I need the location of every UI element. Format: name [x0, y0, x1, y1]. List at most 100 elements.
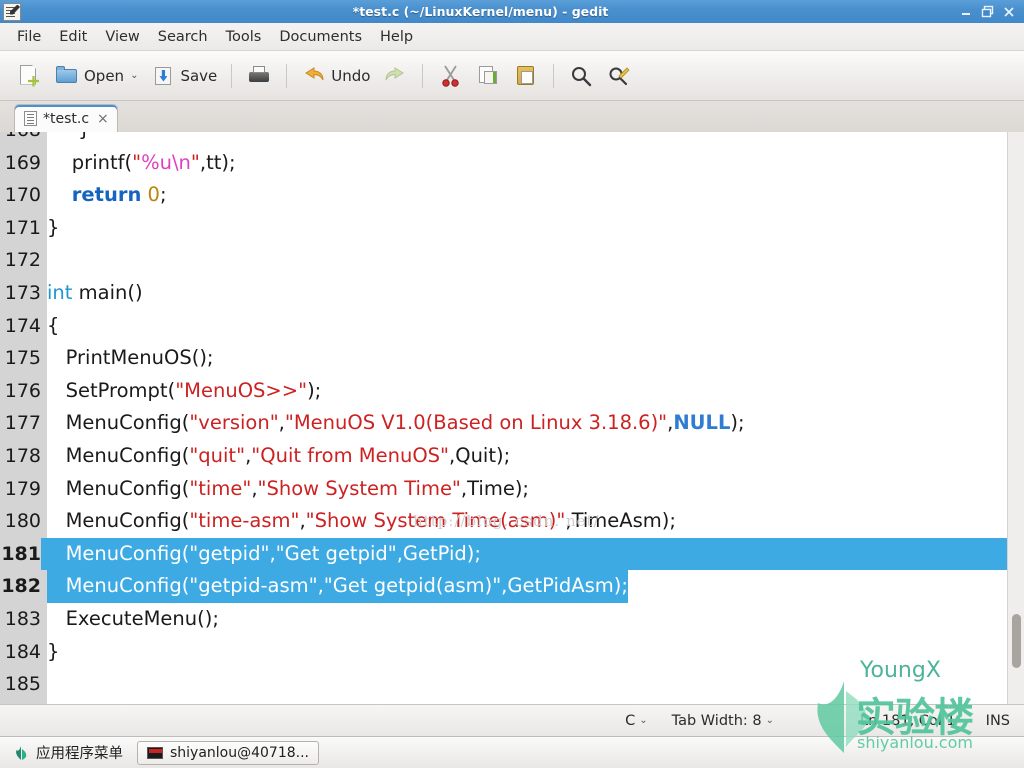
line-text[interactable]: MenuConfig("getpid-asm","Get getpid(asm)… [47, 570, 628, 603]
code-line[interactable]: 172 [0, 244, 1007, 277]
application-menu-button[interactable]: 应用程序菜单 [8, 740, 129, 765]
line-text[interactable]: return 0; [47, 179, 167, 212]
tab-label: *test.c [43, 110, 90, 127]
code-line[interactable]: 176 SetPrompt("MenuOS>>"); [0, 375, 1007, 408]
code-line[interactable]: 168 } [0, 132, 1007, 147]
code-line[interactable]: 171} [0, 212, 1007, 245]
taskbar-window-button[interactable]: shiyanlou@40718... [137, 740, 320, 765]
line-text[interactable]: SetPrompt("MenuOS>>"); [47, 375, 322, 408]
find-button[interactable] [562, 59, 600, 93]
line-text[interactable]: MenuConfig("time-asm","Show System Time(… [47, 505, 676, 538]
line-text[interactable]: { [47, 310, 59, 343]
tab-width-selector[interactable]: Tab Width: 8 ⌄ [672, 713, 774, 729]
title-bar: *test.c (~/LinuxKernel/menu) - gedit [0, 0, 1024, 24]
code-line[interactable]: 175 PrintMenuOS(); [0, 342, 1007, 375]
line-number: 182 [0, 570, 41, 603]
line-text[interactable]: } [47, 132, 90, 147]
open-button[interactable]: Open ⌄ [48, 59, 144, 93]
code-line[interactable]: 177 MenuConfig("version","MenuOS V1.0(Ba… [0, 407, 1007, 440]
line-text[interactable]: MenuConfig("version","MenuOS V1.0(Based … [47, 407, 745, 440]
menu-search[interactable]: Search [149, 26, 217, 48]
menu-edit[interactable]: Edit [50, 26, 96, 48]
insert-mode-indicator: INS [985, 712, 1010, 729]
code-line[interactable]: 184} [0, 636, 1007, 669]
print-button[interactable] [240, 59, 278, 93]
code-line[interactable]: 173 int main() [0, 277, 1007, 310]
line-number: 179 [4, 477, 41, 500]
copy-button[interactable] [469, 59, 507, 93]
line-number: 183 [4, 607, 41, 630]
find-replace-button[interactable] [600, 59, 638, 93]
new-document-button[interactable] [10, 59, 48, 93]
line-text[interactable]: int main() [47, 277, 143, 310]
chevron-down-icon[interactable]: ⌄ [639, 715, 647, 726]
line-text[interactable]: MenuConfig("quit","Quit from MenuOS",Qui… [47, 440, 511, 473]
code-line[interactable]: 185 [0, 668, 1007, 701]
vertical-scrollbar[interactable] [1007, 132, 1024, 704]
menu-bar: File Edit View Search Tools Documents He… [0, 23, 1024, 51]
find-replace-icon [606, 63, 632, 89]
code-line[interactable]: 169 printf("%u\n",tt); [0, 147, 1007, 180]
redo-button[interactable] [376, 59, 414, 93]
code-editor[interactable]: 168 }169 printf("%u\n",tt);170 return 0;… [0, 132, 1024, 704]
chevron-down-icon[interactable]: ⌄ [130, 70, 138, 81]
tab-width-label: Tab Width: 8 [671, 712, 762, 729]
line-number: 185 [4, 673, 41, 696]
line-text[interactable]: PrintMenuOS(); [47, 342, 214, 375]
window-title: *test.c (~/LinuxKernel/menu) - gedit [352, 4, 609, 19]
paste-icon [513, 63, 539, 89]
application-menu-label: 应用程序菜单 [36, 746, 123, 762]
line-number: 168 [0, 132, 41, 147]
minimize-button[interactable] [960, 6, 972, 18]
toolbar-separator-2 [286, 63, 288, 88]
line-number: 178 [4, 444, 41, 467]
restore-button[interactable] [981, 5, 994, 18]
line-number: 174 [4, 314, 41, 337]
code-line[interactable]: 178 MenuConfig("quit","Quit from MenuOS"… [0, 440, 1007, 473]
new-document-icon [16, 63, 42, 89]
code-line[interactable]: 181 MenuConfig("getpid","Get getpid",Get… [0, 537, 1007, 571]
line-number: 175 [4, 347, 41, 370]
code-text-area[interactable]: 168 }169 printf("%u\n",tt);170 return 0;… [0, 132, 1007, 695]
save-icon [150, 63, 176, 89]
code-line[interactable]: 182 MenuConfig("getpid-asm","Get getpid(… [0, 570, 1007, 603]
code-line[interactable]: 170 return 0; [0, 179, 1007, 212]
document-icon [24, 111, 37, 126]
line-number: 180 [4, 510, 41, 533]
save-button[interactable]: Save [144, 59, 223, 93]
menu-help[interactable]: Help [371, 26, 422, 48]
cut-button[interactable] [431, 59, 469, 93]
print-icon [246, 63, 272, 89]
code-line[interactable]: 174 { [0, 310, 1007, 343]
line-text[interactable]: MenuConfig("time","Show System Time",Tim… [47, 473, 529, 506]
tab-bar: *test.c × [0, 101, 1024, 133]
language-selector[interactable]: C ⌄ [625, 713, 648, 729]
code-line[interactable]: 179 MenuConfig("time","Show System Time"… [0, 473, 1007, 506]
line-number: 170 [4, 184, 41, 207]
line-text[interactable]: printf("%u\n",tt); [47, 147, 236, 180]
tab-test-c[interactable]: *test.c × [14, 104, 118, 132]
scrollbar-thumb[interactable] [1012, 614, 1021, 668]
chevron-down-icon[interactable]: ⌄ [766, 715, 774, 726]
code-line[interactable]: 183 ExecuteMenu(); [0, 603, 1007, 636]
line-text[interactable]: MenuConfig("getpid","Get getpid",GetPid)… [47, 538, 481, 571]
code-line[interactable]: 180 MenuConfig("time-asm","Show System T… [0, 505, 1007, 538]
undo-button[interactable]: Undo [295, 59, 376, 93]
close-icon[interactable]: × [97, 111, 109, 127]
line-text[interactable]: ExecuteMenu(); [47, 603, 219, 636]
tool-bar: Open ⌄ Save Undo [0, 51, 1024, 101]
menu-view[interactable]: View [96, 26, 148, 48]
menu-tools[interactable]: Tools [217, 26, 271, 48]
menu-documents[interactable]: Documents [270, 26, 371, 48]
line-text[interactable]: } [47, 212, 59, 245]
undo-icon [301, 63, 327, 89]
redo-icon [382, 63, 408, 89]
window-controls [960, 5, 1015, 18]
line-text[interactable]: } [47, 636, 59, 669]
paste-button[interactable] [507, 59, 545, 93]
line-number: 169 [4, 151, 41, 174]
task-bar: 应用程序菜单 shiyanlou@40718... [0, 736, 1024, 768]
save-label: Save [180, 66, 218, 85]
menu-file[interactable]: File [8, 26, 50, 48]
close-button[interactable] [1003, 6, 1015, 18]
